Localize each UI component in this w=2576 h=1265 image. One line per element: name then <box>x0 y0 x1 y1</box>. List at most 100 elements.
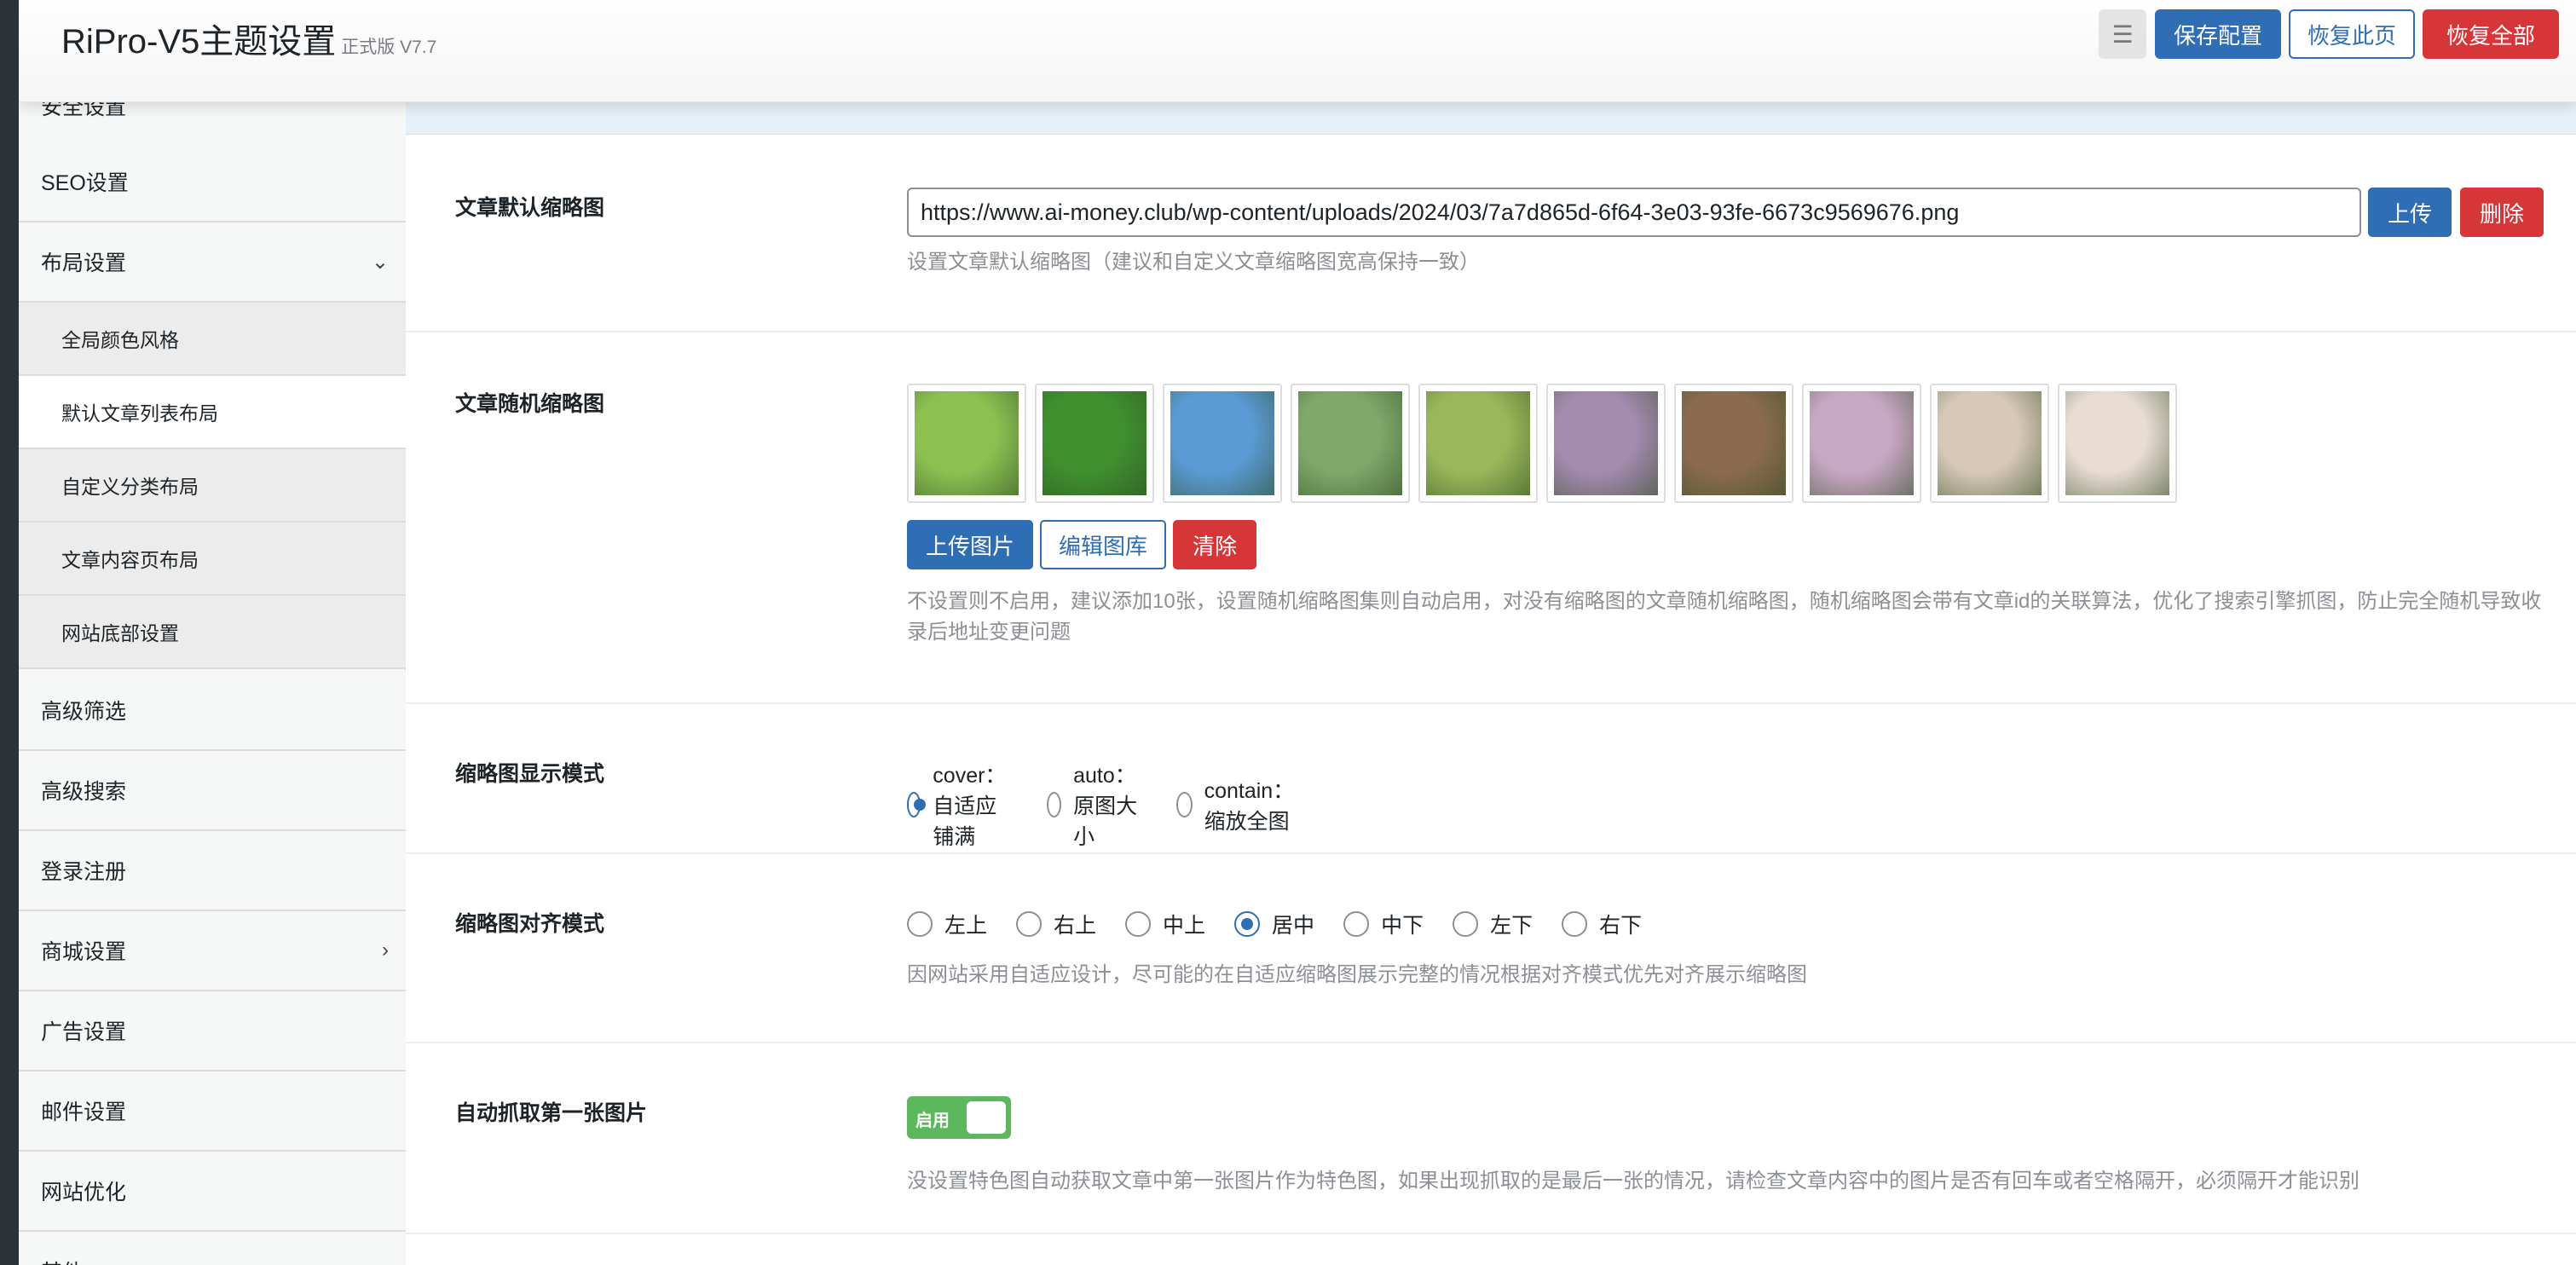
list-indent-icon: ☰ <box>2111 20 2134 48</box>
thumbnail-gallery <box>907 384 2186 503</box>
radio-label: 右上 <box>1054 914 1097 938</box>
thumbnail-fill <box>1810 391 1914 495</box>
sidebar-subitem-global-color[interactable]: 全局颜色风格 <box>19 303 406 376</box>
radio-align-top-right[interactable]: 右上 <box>1016 909 1096 939</box>
sidebar-item-label: 其他 <box>41 1256 84 1265</box>
sidebar-item-label: 邮件设置 <box>41 1100 127 1124</box>
sidebar-item-advanced-search[interactable]: 高级搜索 <box>19 751 406 831</box>
settings-main: 文章默认缩略图 https://www.ai-money.club/wp-con… <box>406 0 2576 1265</box>
align-mode-radio-group: 左上 右上 中上 居中 中下 左下 右下 <box>907 909 1671 939</box>
radio-align-bottom-center[interactable]: 中下 <box>1343 909 1424 939</box>
setting-label: 文章默认缩略图 <box>455 196 605 220</box>
radio-display-auto[interactable]: auto：原图大小 <box>1047 759 1147 851</box>
radio-align-bottom-right[interactable]: 右下 <box>1562 909 1642 939</box>
setting-label: 文章随机缩略图 <box>455 392 605 416</box>
chevron-right-icon: › <box>382 939 389 962</box>
admin-edge-strip <box>0 0 19 1265</box>
radio-display-contain[interactable]: contain：缩放全图 <box>1175 774 1304 835</box>
sidebar-item-label: 登录注册 <box>41 860 127 884</box>
section-top-strip <box>406 101 2576 135</box>
sidebar-item-label: 自定义分类布局 <box>61 476 199 498</box>
radio-label: 中上 <box>1163 914 1206 938</box>
edit-gallery-button[interactable]: 编辑图库 <box>1040 520 1166 569</box>
sidebar-item-mail-settings[interactable]: 邮件设置 <box>19 1071 406 1152</box>
setting-description: 不设置则不启用，建议添加10张，设置随机缩略图集则自动启用，对没有缩略图的文章随… <box>907 590 2542 644</box>
reset-all-button[interactable]: 恢复全部 <box>2423 9 2559 59</box>
thumbnail-fill <box>1298 391 1402 495</box>
radio-indicator <box>1125 911 1152 937</box>
setting-description: 因网站采用自适应设计，尽可能的在自适应缩略图展示完整的情况根据对齐模式优先对齐展… <box>907 963 1807 986</box>
radio-align-top-center[interactable]: 中上 <box>1125 909 1205 939</box>
sidebar-item-label: 商城设置 <box>41 940 127 964</box>
thumbnail-image[interactable] <box>1163 384 1282 503</box>
radio-indicator <box>907 792 927 817</box>
radio-label: auto：原图大小 <box>1073 764 1138 849</box>
thumbnail-image[interactable] <box>1418 384 1538 503</box>
thumbnail-image[interactable] <box>1035 384 1154 503</box>
radio-label: 左上 <box>944 914 988 938</box>
upload-button[interactable]: 上传 <box>2368 188 2452 237</box>
thumbnail-image[interactable] <box>1674 384 1793 503</box>
radio-indicator <box>907 911 933 937</box>
delete-button[interactable]: 删除 <box>2460 188 2544 237</box>
reset-page-button[interactable]: 恢复此页 <box>2289 9 2415 59</box>
thumbnail-image[interactable] <box>1802 384 1921 503</box>
radio-align-top-left[interactable]: 左上 <box>907 909 987 939</box>
sidebar-item-ad-settings[interactable]: 广告设置 <box>19 991 406 1071</box>
thumbnail-fill <box>1170 391 1274 495</box>
settings-sidebar: 安全设置 SEO设置 布局设置 ⌄ 全局颜色风格 默认文章列表布局 自定义分类布局… <box>19 0 406 1265</box>
sidebar-item-label: SEO设置 <box>41 171 129 195</box>
setting-label: 缩略图显示模式 <box>455 762 605 786</box>
setting-next-row <box>406 1234 2576 1265</box>
sidebar-item-label: 高级筛选 <box>41 700 127 724</box>
radio-indicator <box>1175 792 1193 817</box>
thumbnail-image[interactable] <box>2058 384 2177 503</box>
save-config-button[interactable]: 保存配置 <box>2155 9 2281 59</box>
sidebar-item-site-optimization[interactable]: 网站优化 <box>19 1152 406 1232</box>
auto-first-image-toggle[interactable]: 启用 <box>907 1096 1011 1139</box>
clear-gallery-button[interactable]: 清除 <box>1173 520 1256 569</box>
radio-indicator <box>1047 792 1062 817</box>
sidebar-subitem-custom-category-layout[interactable]: 自定义分类布局 <box>19 449 406 523</box>
thumbnail-image[interactable] <box>1291 384 1410 503</box>
default-thumb-url-input[interactable]: https://www.ai-money.club/wp-content/upl… <box>907 188 2361 237</box>
sidebar-item-label: 网站优化 <box>41 1181 127 1204</box>
thumbnail-image[interactable] <box>1930 384 2049 503</box>
radio-label: 居中 <box>1272 914 1315 938</box>
sidebar-item-layout[interactable]: 布局设置 ⌄ <box>19 222 406 303</box>
sidebar-item-label: 布局设置 <box>41 251 127 275</box>
display-mode-radio-group: cover：自适应铺满 auto：原图大小 contain：缩放全图 <box>907 759 1332 851</box>
thumbnail-fill <box>1043 391 1146 495</box>
thumbnail-fill <box>1554 391 1658 495</box>
thumbnail-image[interactable] <box>1546 384 1666 503</box>
sidebar-item-label: 文章内容页布局 <box>61 549 199 571</box>
thumbnail-fill <box>1426 391 1530 495</box>
sidebar-subitem-footer-settings[interactable]: 网站底部设置 <box>19 596 406 669</box>
radio-display-cover[interactable]: cover：自适应铺满 <box>907 759 1018 851</box>
sidebar-item-shop-settings[interactable]: 商城设置 › <box>19 911 406 991</box>
sidebar-item-login-register[interactable]: 登录注册 <box>19 831 406 911</box>
sidebar-item-label: 广告设置 <box>41 1020 127 1044</box>
thumbnail-image[interactable] <box>907 384 1026 503</box>
sidebar-item-advanced-filter[interactable]: 高级筛选 <box>19 671 406 751</box>
radio-label: contain：缩放全图 <box>1204 779 1295 834</box>
thumbnail-fill <box>1682 391 1786 495</box>
upload-images-button[interactable]: 上传图片 <box>907 520 1033 569</box>
menu-toggle-button[interactable]: ☰ <box>2099 9 2146 59</box>
setting-align-mode: 缩略图对齐模式 左上 右上 中上 居中 中下 左下 右下 因网站采用自适应设计，… <box>406 854 2576 1043</box>
radio-label: 左下 <box>1490 914 1533 938</box>
toggle-label: 启用 <box>915 1112 950 1130</box>
thumbnail-fill <box>2065 391 2169 495</box>
radio-align-bottom-left[interactable]: 左下 <box>1453 909 1533 939</box>
sidebar-subitem-default-list-layout[interactable]: 默认文章列表布局 <box>19 376 406 449</box>
sidebar-item-other[interactable]: 其他 <box>19 1232 406 1265</box>
radio-align-center[interactable]: 居中 <box>1234 909 1314 939</box>
sidebar-item-label: 网站底部设置 <box>61 622 179 644</box>
setting-random-thumb: 文章随机缩略图 上传图片 编辑图库 清除 不设置则不启用，建议添加10张，设置随… <box>406 332 2576 704</box>
sidebar-item-seo[interactable]: SEO设置 <box>19 142 406 222</box>
options-header: RiPro-V5主题设置 正式版 V7.7 ☰ 保存配置 恢复此页 恢复全部 <box>19 0 2576 102</box>
sidebar-item-label: 全局颜色风格 <box>61 329 179 351</box>
page-title: RiPro-V5主题设置 正式版 V7.7 <box>61 14 436 63</box>
radio-indicator <box>1453 911 1479 937</box>
sidebar-subitem-post-content-layout[interactable]: 文章内容页布局 <box>19 523 406 596</box>
